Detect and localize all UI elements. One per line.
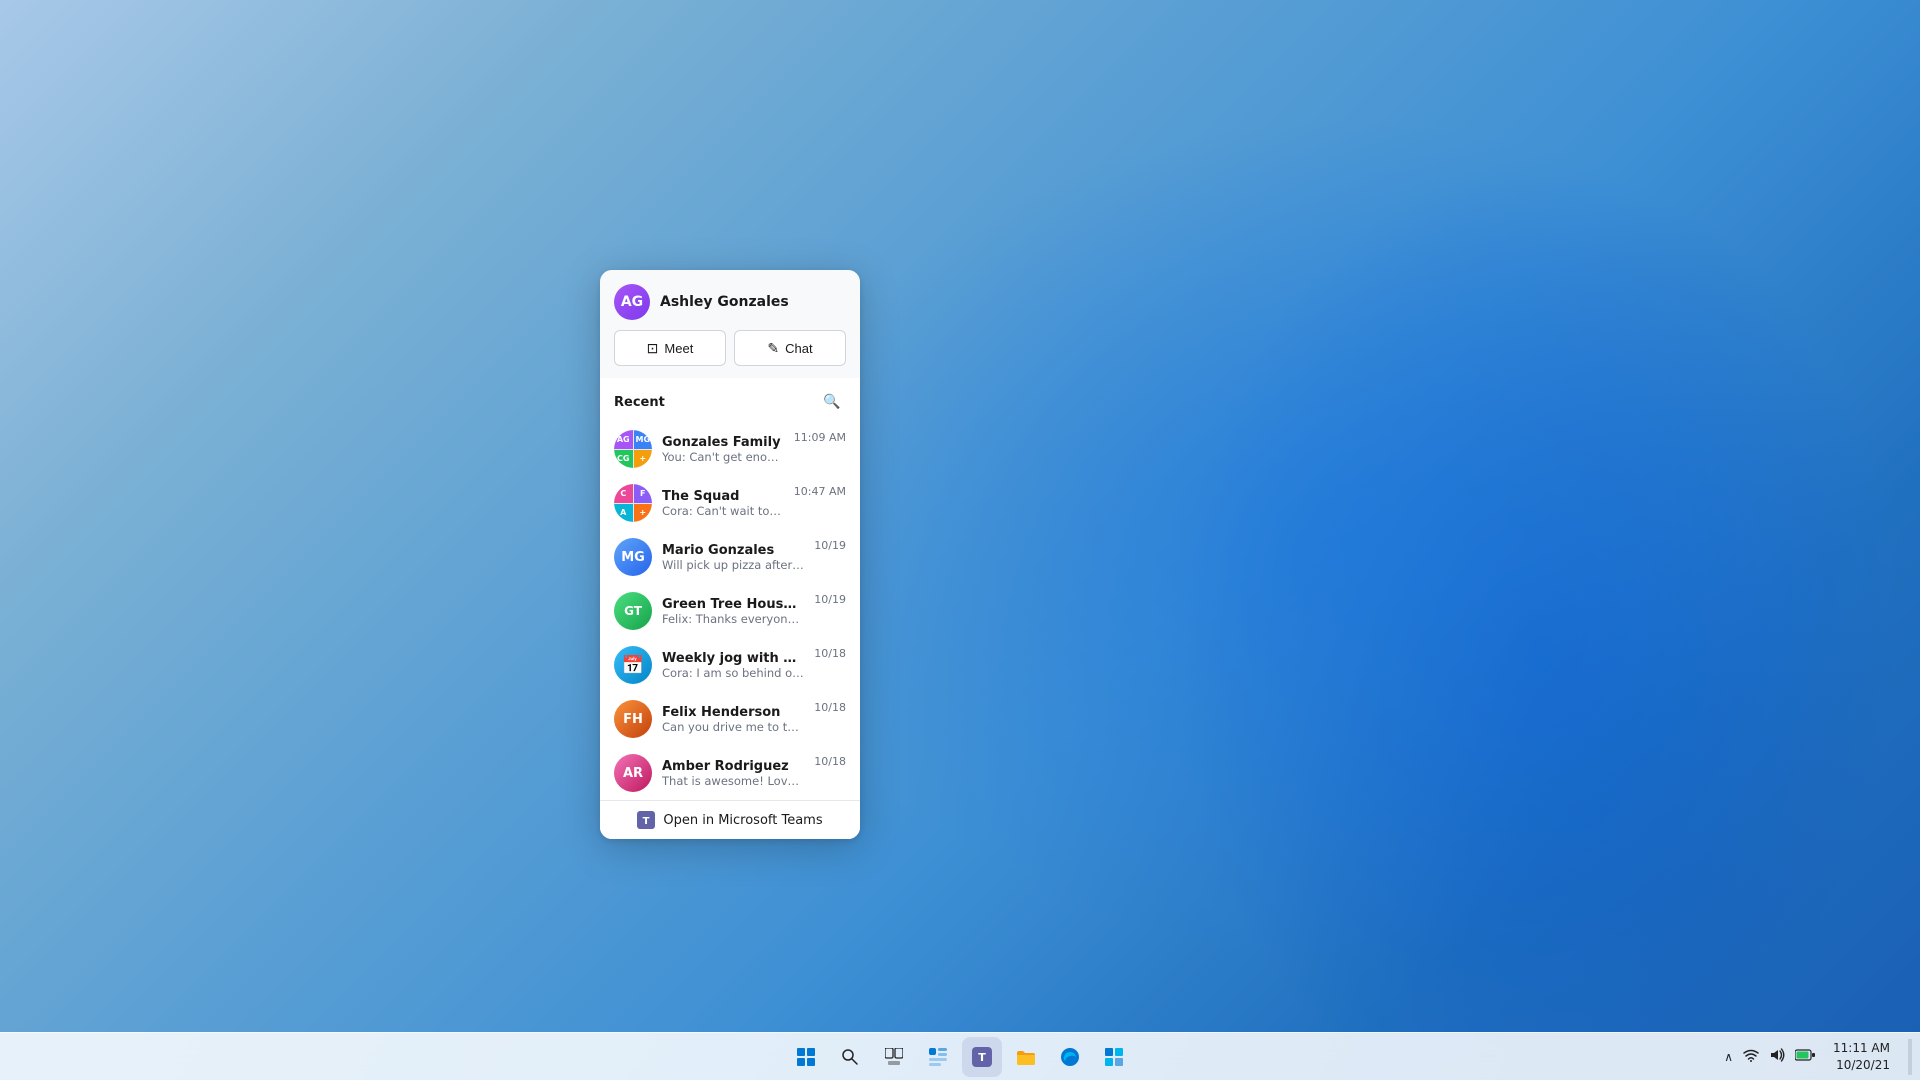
conv-name: Weekly jog with Cora <box>662 651 804 666</box>
clock[interactable]: 11:11 AM 10/20/21 <box>1825 1040 1898 1074</box>
conv-name: Gonzales Family <box>662 435 784 450</box>
meet-label: Meet <box>664 341 693 356</box>
user-name: Ashley Gonzales <box>660 294 789 310</box>
conv-name: Amber Rodriguez <box>662 759 804 774</box>
volume-icon[interactable] <box>1767 1046 1787 1068</box>
conv-content: Gonzales Family You: Can't get enough of… <box>662 435 784 464</box>
battery-icon[interactable] <box>1793 1047 1817 1067</box>
teams-chat-button[interactable]: T <box>962 1037 1002 1077</box>
conv-time: 10/18 <box>814 755 846 768</box>
panel-header: AG Ashley Gonzales <box>600 270 860 330</box>
avatar-initials: AG <box>621 294 643 310</box>
conv-content: Green Tree House PTA Felix: Thanks every… <box>662 597 804 626</box>
meet-icon: ⊡ <box>647 340 659 357</box>
user-avatar: AG <box>614 284 650 320</box>
list-item[interactable]: C F A + The Squad Cora: Can't wait to se… <box>600 476 860 530</box>
clock-time: 11:11 AM <box>1833 1040 1890 1057</box>
conv-content: Amber Rodriguez That is awesome! Love it… <box>662 759 804 788</box>
conv-content: Felix Henderson Can you drive me to the … <box>662 705 804 734</box>
task-view-button[interactable] <box>874 1037 914 1077</box>
conv-content: The Squad Cora: Can't wait to see everyo… <box>662 489 784 518</box>
list-item[interactable]: MG Mario Gonzales Will pick up pizza aft… <box>600 530 860 584</box>
chat-panel: AG Ashley Gonzales ⊡ Meet ✎ Chat Recent … <box>600 270 860 839</box>
edge-browser-button[interactable] <box>1050 1037 1090 1077</box>
recent-label: Recent <box>614 395 665 410</box>
taskbar-right: ∧ <box>1722 1039 1912 1075</box>
conv-name: The Squad <box>662 489 784 504</box>
conv-name: Felix Henderson <box>662 705 804 720</box>
system-tray: ∧ <box>1722 1046 1817 1068</box>
recent-header: Recent 🔍 <box>600 378 860 422</box>
conv-avatar: AR <box>614 754 652 792</box>
conv-avatar: 📅 <box>614 646 652 684</box>
conv-preview: Cora: I am so behind on my step goals. <box>662 666 804 680</box>
conv-time: 10/18 <box>814 647 846 660</box>
conv-name: Mario Gonzales <box>662 543 804 558</box>
conv-time: 10:47 AM <box>794 485 846 498</box>
conv-content: Weekly jog with Cora Cora: I am so behin… <box>662 651 804 680</box>
conv-preview: Will pick up pizza after my practice. <box>662 558 804 572</box>
svg-text:T: T <box>643 816 650 827</box>
list-item[interactable]: AG MG CG + Gonzales Family You: Can't ge… <box>600 422 860 476</box>
widgets-button[interactable] <box>918 1037 958 1077</box>
conv-time: 10/19 <box>814 539 846 552</box>
wifi-icon[interactable] <box>1741 1046 1761 1068</box>
chat-button[interactable]: ✎ Chat <box>734 330 846 366</box>
list-item[interactable]: GT Green Tree House PTA Felix: Thanks ev… <box>600 584 860 638</box>
svg-text:T: T <box>978 1051 986 1064</box>
conv-preview: Felix: Thanks everyone for attending tod… <box>662 612 804 626</box>
teams-logo-icon: T <box>637 811 655 829</box>
open-teams-bar[interactable]: T Open in Microsoft Teams <box>600 800 860 839</box>
search-taskbar-button[interactable] <box>830 1037 870 1077</box>
conv-time: 11:09 AM <box>794 431 846 444</box>
conv-content: Mario Gonzales Will pick up pizza after … <box>662 543 804 572</box>
clock-date: 10/20/21 <box>1833 1057 1890 1074</box>
desktop-wallpaper <box>0 0 1920 1080</box>
taskbar: T ∧ <box>0 1032 1920 1080</box>
file-explorer-button[interactable] <box>1006 1037 1046 1077</box>
conv-time: 10/18 <box>814 701 846 714</box>
list-item[interactable]: 📅 Weekly jog with Cora Cora: I am so beh… <box>600 638 860 692</box>
action-buttons: ⊡ Meet ✎ Chat <box>600 330 860 378</box>
list-item[interactable]: FH Felix Henderson Can you drive me to t… <box>600 692 860 746</box>
conv-avatar: FH <box>614 700 652 738</box>
conv-preview: That is awesome! Love it! <box>662 774 804 788</box>
chat-label: Chat <box>785 341 812 356</box>
meet-button[interactable]: ⊡ Meet <box>614 330 726 366</box>
conv-avatar: C F A + <box>614 484 652 522</box>
search-button[interactable]: 🔍 <box>818 388 846 416</box>
conv-name: Green Tree House PTA <box>662 597 804 612</box>
open-teams-label: Open in Microsoft Teams <box>663 813 822 828</box>
conv-avatar: GT <box>614 592 652 630</box>
store-button[interactable] <box>1094 1037 1134 1077</box>
conv-preview: You: Can't get enough of her. <box>662 450 784 464</box>
show-desktop-button[interactable] <box>1908 1039 1912 1075</box>
start-button[interactable] <box>786 1037 826 1077</box>
conv-preview: Cora: Can't wait to see everyone! <box>662 504 784 518</box>
list-item[interactable]: AR Amber Rodriguez That is awesome! Love… <box>600 746 860 800</box>
conv-avatar: AG MG CG + <box>614 430 652 468</box>
tray-overflow-button[interactable]: ∧ <box>1722 1048 1735 1066</box>
conv-avatar: MG <box>614 538 652 576</box>
conv-preview: Can you drive me to the PTA today? <box>662 720 804 734</box>
conversation-list: AG MG CG + Gonzales Family You: Can't ge… <box>600 422 860 800</box>
chat-icon: ✎ <box>767 340 779 357</box>
taskbar-center: T <box>786 1037 1134 1077</box>
recent-section: Recent 🔍 AG MG CG + Gonzales Family You:… <box>600 378 860 839</box>
conv-time: 10/19 <box>814 593 846 606</box>
